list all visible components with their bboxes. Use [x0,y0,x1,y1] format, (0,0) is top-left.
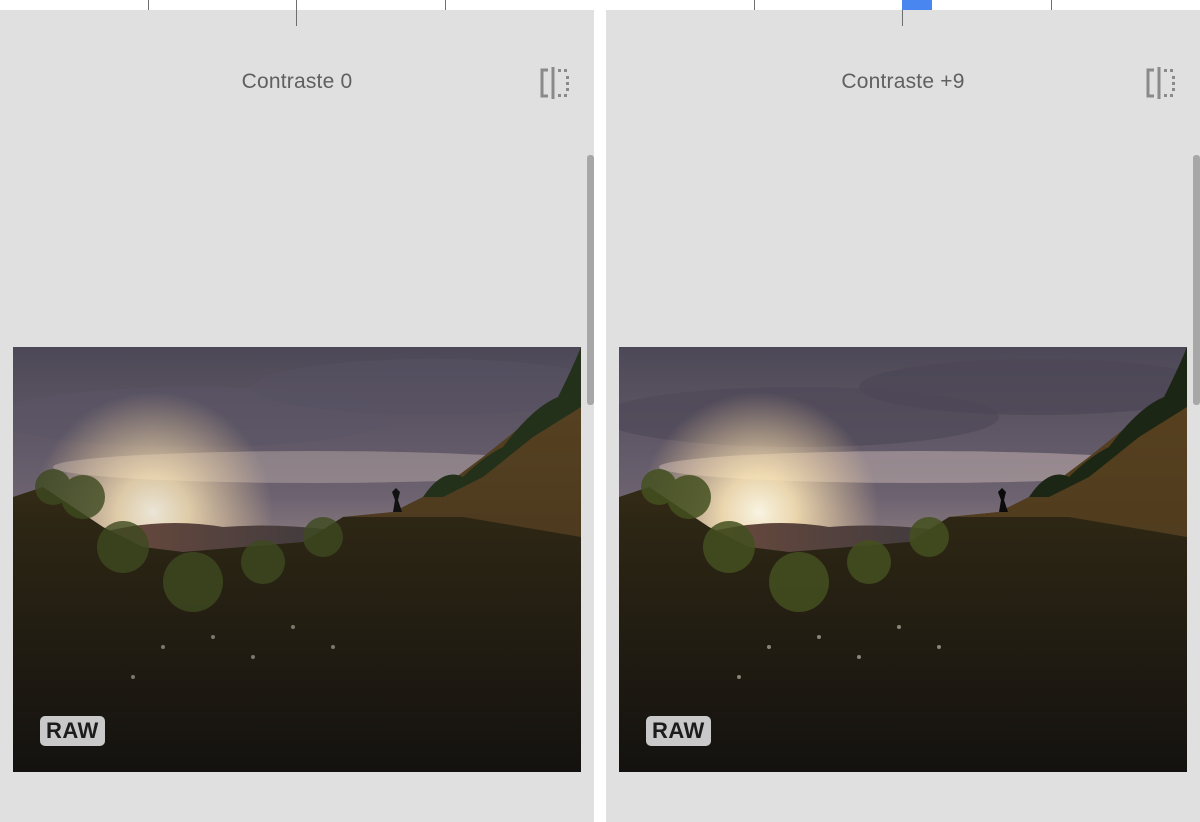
editor-panel-before: Contraste 0 RAW [0,0,594,822]
raw-badge: RAW [646,716,711,746]
compare-split-icon[interactable] [536,66,574,100]
adjust-slider-track[interactable] [606,0,1200,26]
photo-preview[interactable]: RAW [619,347,1187,772]
compare-split-icon[interactable] [1142,66,1180,100]
slider-center-tick [296,0,297,26]
scrollbar[interactable] [1193,155,1200,405]
adjustment-title: Contraste +9 [841,70,965,93]
adjustment-title: Contraste 0 [241,70,353,93]
adjust-slider-track[interactable] [0,0,594,26]
scrollbar[interactable] [587,155,594,405]
slider-tick [1051,0,1052,10]
photo-preview[interactable]: RAW [13,347,581,772]
slider-value-indicator[interactable] [902,0,932,10]
slider-tick [148,0,149,10]
slider-tick [754,0,755,10]
editor-panel-after: Contraste +9 RAW [606,0,1200,822]
slider-tick [445,0,446,10]
raw-badge: RAW [40,716,105,746]
